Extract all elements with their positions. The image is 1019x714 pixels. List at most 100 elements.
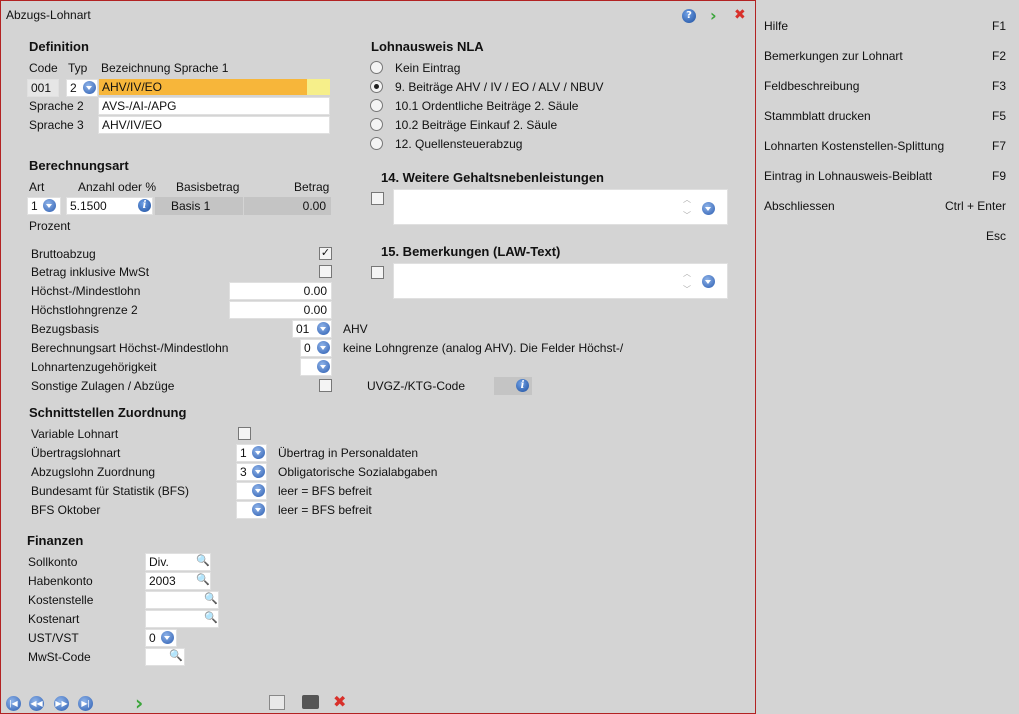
variable-lohnart-label: Variable Lohnart <box>31 427 119 441</box>
uebertragslohnart-dropdown-icon[interactable] <box>252 446 265 459</box>
nla-radio-2[interactable] <box>370 99 383 112</box>
mwst-code-search-icon[interactable]: 🔍 <box>169 649 183 662</box>
variable-lohnart-checkbox[interactable] <box>238 427 251 440</box>
sidebar-item-key: F9 <box>991 169 1006 183</box>
berechnungsart-hm-label: Berechnungsart Höchst-/Mindestlohn <box>31 341 229 355</box>
finanzen-heading: Finanzen <box>27 533 84 548</box>
sidebar-item-beiblatt[interactable]: Eintrag in Lohnausweis-Beiblatt F9 <box>764 169 1006 183</box>
bemerkungen-checkbox[interactable] <box>371 266 384 279</box>
inkl-mwst-checkbox[interactable] <box>319 265 332 278</box>
kostenstelle-label: Kostenstelle <box>28 593 94 607</box>
anzahl-column-label: Anzahl oder % <box>78 180 157 194</box>
abzugslohn-dropdown-icon[interactable] <box>252 465 265 478</box>
bruttoabzug-label: Bruttoabzug <box>31 247 96 261</box>
sidebar-item-key: Esc <box>985 229 1006 243</box>
print-icon[interactable] <box>302 695 319 709</box>
bfs-description: leer = BFS befreit <box>278 484 372 498</box>
help-icon[interactable]: ? <box>682 9 696 23</box>
habenkonto-search-icon[interactable]: 🔍 <box>196 573 210 586</box>
typ-dropdown-icon[interactable] <box>83 81 96 94</box>
inkl-mwst-label: Betrag inklusive MwSt <box>31 265 150 279</box>
nla-option-4: 12. Quellensteuerabzug <box>395 137 523 151</box>
bfs-dropdown-icon[interactable] <box>252 484 265 497</box>
previous-record-icon[interactable]: ◀◀ <box>29 696 44 711</box>
bezeichnung-column-label: Bezeichnung Sprache 1 <box>101 61 229 75</box>
bezugsbasis-dropdown-icon[interactable] <box>317 322 330 335</box>
bfs-oktober-dropdown-icon[interactable] <box>252 503 265 516</box>
abzugslohn-label: Abzugslohn Zuordnung <box>31 465 156 479</box>
close-icon[interactable]: ✖ <box>734 7 746 23</box>
definition-heading: Definition <box>29 39 89 54</box>
schnittstellen-heading: Schnittstellen Zuordnung <box>29 405 187 420</box>
berechnungsart-hm-dropdown-icon[interactable] <box>317 341 330 354</box>
bfs-label: Bundesamt für Statistik (BFS) <box>31 484 190 498</box>
bemerkungen-scroll-arrows[interactable]: ︿ ﹀ <box>683 266 691 298</box>
sidebar-item-stammblatt[interactable]: Stammblatt drucken F5 <box>764 109 1006 123</box>
sprache3-field[interactable]: AHV/IV/EO <box>98 116 330 134</box>
nla-option-3: 10.2 Beiträge Einkauf 2. Säule <box>395 118 558 132</box>
sidebar-item-feldbeschreibung[interactable]: Feldbeschreibung F3 <box>764 79 1006 93</box>
last-record-icon[interactable]: ▶| <box>78 696 93 711</box>
window-title: Abzugs-Lohnart <box>6 8 91 22</box>
sidebar-item-kostenstellen-splittung[interactable]: Lohnarten Kostenstellen-Splittung F7 <box>764 139 1006 153</box>
bemerkungen-textarea[interactable]: ︿ ﹀ <box>393 263 728 299</box>
sidebar-item-bemerkungen[interactable]: Bemerkungen zur Lohnart F2 <box>764 49 1006 63</box>
weitere-dropdown-icon[interactable] <box>702 202 715 215</box>
kostenart-label: Kostenart <box>28 612 80 626</box>
sidebar-item-key: F5 <box>991 109 1006 123</box>
sidebar-item-key: F1 <box>991 19 1006 33</box>
kostenstelle-search-icon[interactable]: 🔍 <box>204 592 218 605</box>
uebertragslohnart-description: Übertrag in Personaldaten <box>278 446 419 460</box>
abzugslohn-description: Obligatorische Sozialabgaben <box>278 465 438 479</box>
sonstige-zulagen-checkbox[interactable] <box>319 379 332 392</box>
bezeichnung1-field[interactable]: AHV/IV/EO <box>102 80 162 94</box>
nla-radio-0[interactable] <box>370 61 383 74</box>
nla-radio-3[interactable] <box>370 118 383 131</box>
sidebar-item-label: Stammblatt drucken <box>764 109 871 123</box>
copy-icon[interactable] <box>269 695 285 710</box>
ust-vst-value: 0 <box>149 631 156 645</box>
uvgz-info-icon[interactable]: i <box>516 379 529 392</box>
nla-radio-4[interactable] <box>370 137 383 150</box>
hoechst-mindestlohn-field[interactable]: 0.00 <box>229 282 332 300</box>
sidebar-item-hilfe[interactable]: Hilfe F1 <box>764 19 1006 33</box>
sollkonto-search-icon[interactable]: 🔍 <box>196 554 210 567</box>
sprache2-field[interactable]: AVS-/AI-/APG <box>98 97 330 115</box>
berechnungsart-hm-description: keine Lohngrenze (analog AHV). Die Felde… <box>343 341 624 355</box>
weitere-textarea[interactable]: ︿ ﹀ <box>393 189 728 225</box>
weitere-scroll-arrows[interactable]: ︿ ﹀ <box>683 192 691 224</box>
bemerkungen-heading: 15. Bemerkungen (LAW-Text) <box>381 244 561 259</box>
sidebar-item-label: Abschliessen <box>764 199 835 213</box>
typ-value: 2 <box>70 81 77 95</box>
sidebar-item-label: Lohnarten Kostenstellen-Splittung <box>764 139 945 153</box>
art-value: 1 <box>31 199 38 213</box>
berechnungsart-heading: Berechnungsart <box>29 158 129 173</box>
hoechst-mindestlohn-label: Höchst-/Mindestlohn <box>31 284 141 298</box>
sidebar-item-abschliessen[interactable]: Abschliessen Ctrl + Enter <box>764 199 1006 213</box>
bezugsbasis-value: 01 <box>296 322 310 336</box>
art-dropdown-icon[interactable] <box>43 199 56 212</box>
first-record-icon[interactable]: |◀ <box>6 696 21 711</box>
bruttoabzug-checkbox[interactable]: ✓ <box>319 247 332 260</box>
nla-option-0: Kein Eintrag <box>395 61 461 75</box>
betrag-field: 0.00 <box>244 197 331 215</box>
weitere-checkbox[interactable] <box>371 192 384 205</box>
code-field[interactable]: 001 <box>27 79 59 97</box>
anzahl-info-icon[interactable]: i <box>138 199 151 212</box>
chevron-right-icon[interactable]: › <box>710 6 717 25</box>
bfs-oktober-description: leer = BFS befreit <box>278 503 372 517</box>
sonstige-zulagen-label: Sonstige Zulagen / Abzüge <box>31 379 175 393</box>
kostenart-search-icon[interactable]: 🔍 <box>204 611 218 624</box>
sprache2-label: Sprache 2 <box>29 99 84 113</box>
bezeichnung1-highlight-end <box>307 79 330 95</box>
delete-icon[interactable]: ✖ <box>333 692 346 711</box>
sprache3-label: Sprache 3 <box>29 118 84 132</box>
nla-option-1: 9. Beiträge AHV / IV / EO / ALV / NBUV <box>395 80 604 94</box>
chevron-right-icon-bottom[interactable]: › <box>135 691 143 714</box>
hoechstlohngrenze2-field[interactable]: 0.00 <box>229 301 332 319</box>
ust-vst-dropdown-icon[interactable] <box>161 631 174 644</box>
bemerkungen-dropdown-icon[interactable] <box>702 275 715 288</box>
lohnartenzugehoerigkeit-dropdown-icon[interactable] <box>317 360 330 373</box>
nla-radio-1[interactable] <box>370 80 383 93</box>
next-record-icon[interactable]: ▶▶ <box>54 696 69 711</box>
